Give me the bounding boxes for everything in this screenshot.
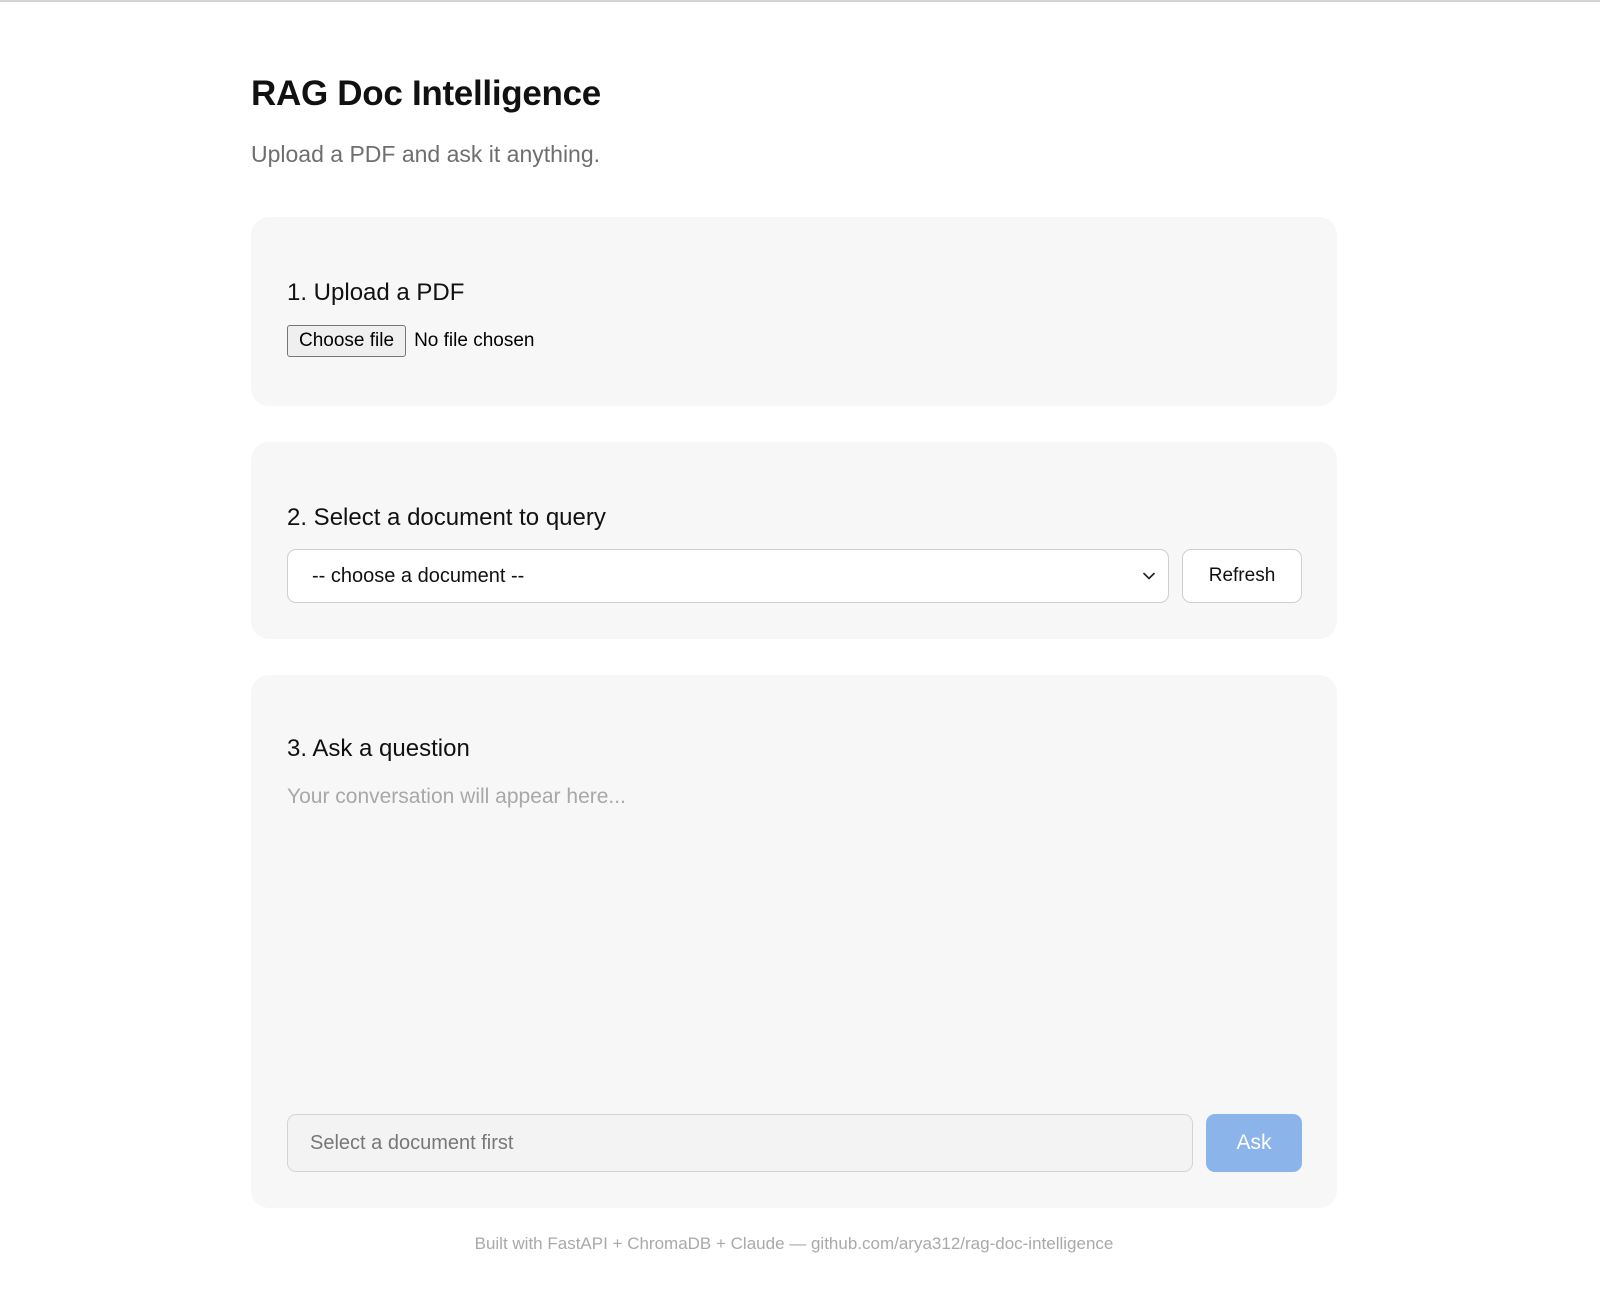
document-select-value: -- choose a document -- [312,564,525,587]
page-title: RAG Doc Intelligence [251,74,601,113]
document-select[interactable]: -- choose a document -- [287,549,1169,603]
ask-question-card: 3. Ask a question Your conversation will… [251,675,1337,1208]
select-heading: 2. Select a document to query [287,504,606,531]
top-divider [0,0,1600,2]
file-status-text: No file chosen [414,330,535,351]
ask-heading: 3. Ask a question [287,735,470,762]
upload-heading: 1. Upload a PDF [287,279,465,306]
refresh-button[interactable]: Refresh [1182,549,1302,603]
file-input[interactable]: Choose file No file chosen [287,325,534,357]
upload-card: 1. Upload a PDF Choose file No file chos… [251,217,1337,406]
choose-file-button[interactable]: Choose file [287,325,407,357]
chevron-down-icon [1143,572,1155,580]
question-input[interactable] [287,1114,1193,1172]
page-subtitle: Upload a PDF and ask it anything. [251,141,601,167]
conversation-placeholder: Your conversation will appear here... [287,785,626,808]
select-document-card: 2. Select a document to query -- choose … [251,442,1337,639]
ask-button[interactable]: Ask [1206,1114,1302,1172]
footer-credits: Built with FastAPI + ChromaDB + Claude —… [474,1234,1114,1253]
conversation-area: Your conversation will appear here... [287,785,1302,1085]
